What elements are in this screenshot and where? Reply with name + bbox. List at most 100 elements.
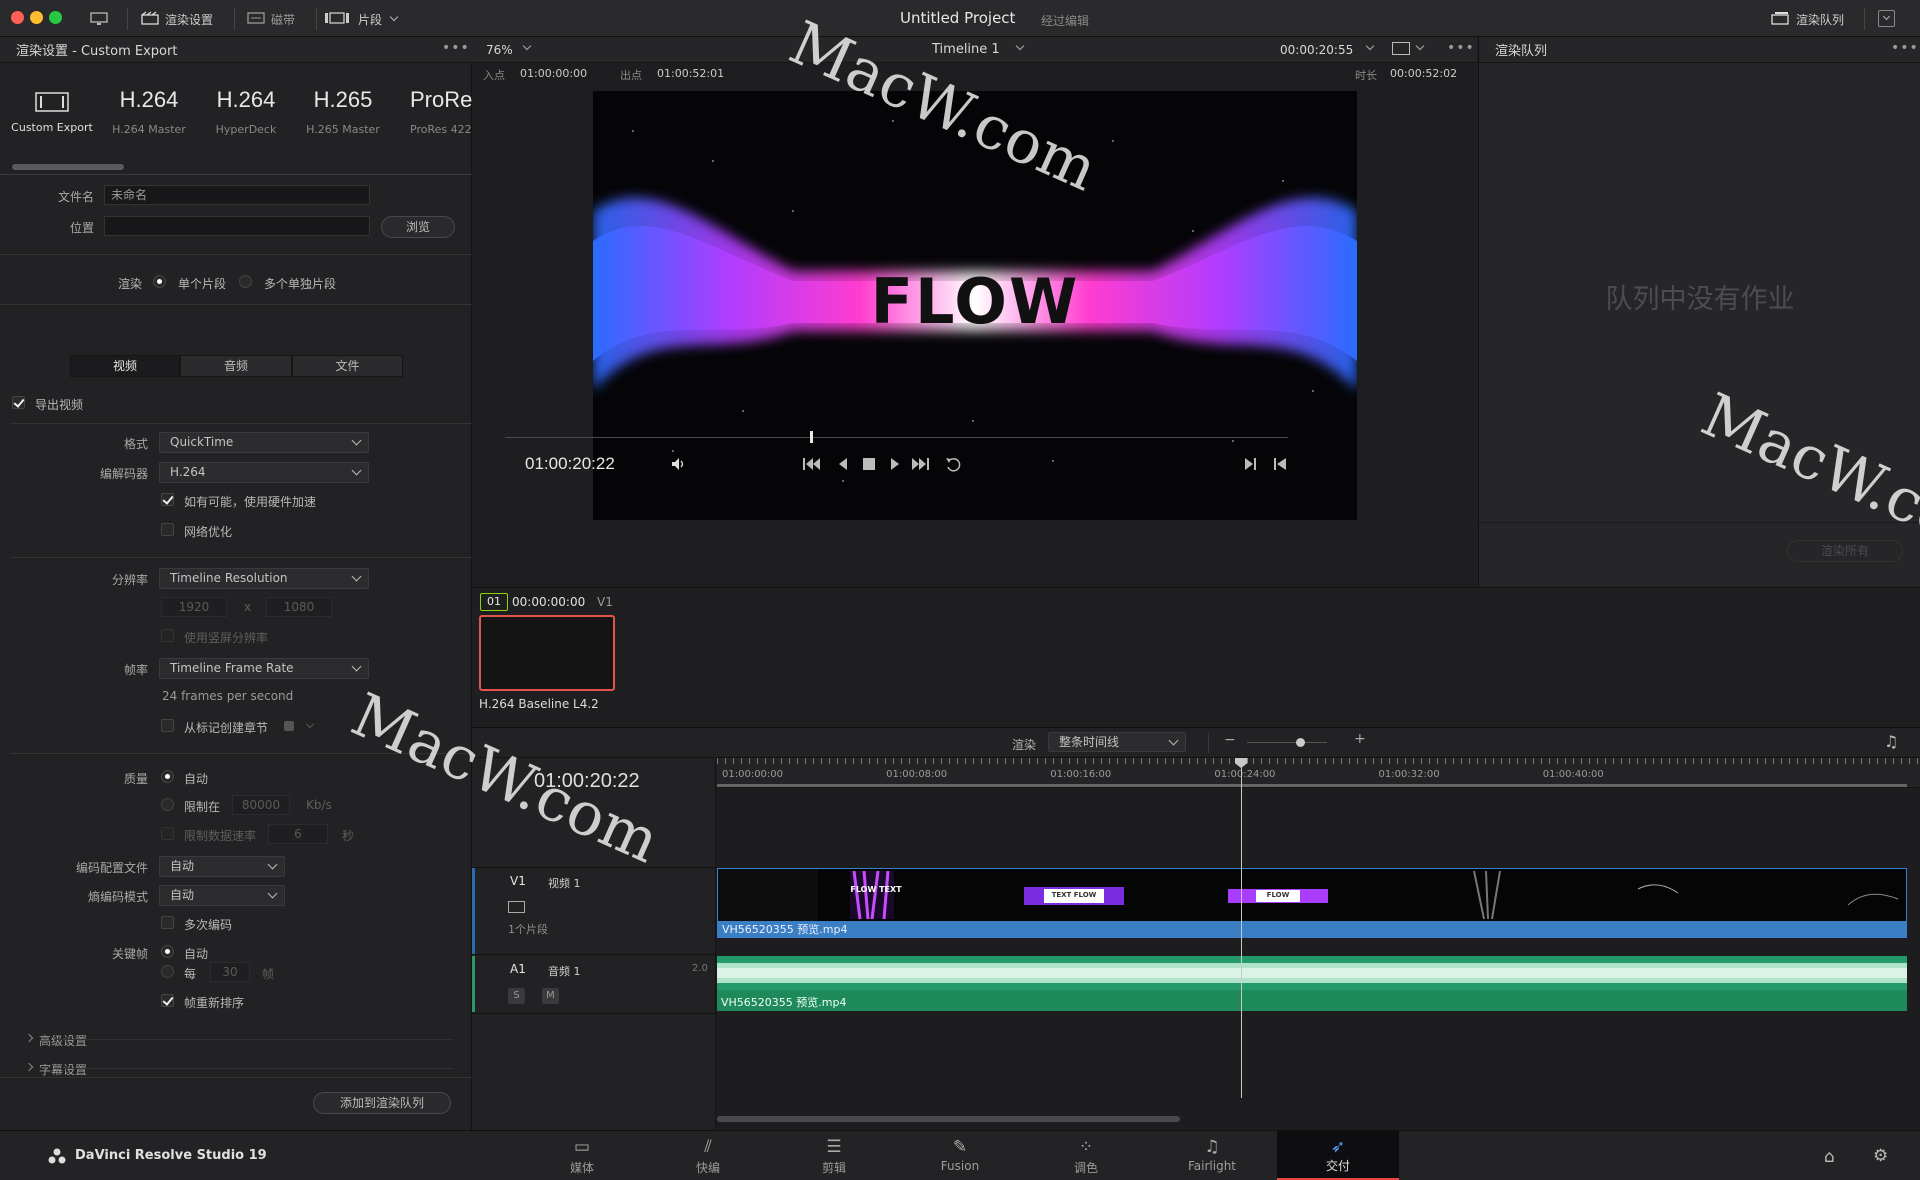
- volume-icon[interactable]: [670, 456, 688, 475]
- vertical-res-checkbox[interactable]: [161, 629, 174, 642]
- preset-custom-export[interactable]: Custom Export: [4, 87, 100, 134]
- zoom-slider-track[interactable]: [1247, 742, 1327, 743]
- quality-auto-radio[interactable]: [161, 770, 174, 783]
- prev-clip-icon[interactable]: [1272, 456, 1288, 475]
- advanced-settings[interactable]: 高级设置: [39, 1032, 87, 1049]
- preset-h265-master[interactable]: H.265 H.265 Master: [295, 87, 391, 136]
- video-track-header[interactable]: V1 视频 1 1个片段: [472, 867, 716, 955]
- zoom-level[interactable]: 76%: [486, 43, 513, 57]
- timeline-name[interactable]: Timeline 1: [932, 42, 1000, 57]
- audio-track-header[interactable]: A1 音频 1 2.0 S M: [472, 956, 716, 1014]
- chevron-right-icon[interactable]: [24, 1033, 34, 1043]
- render-queue-toggle[interactable]: 渲染队列: [1770, 9, 1844, 29]
- render-settings-toggle[interactable]: 渲染设置: [141, 9, 213, 29]
- clips-toggle[interactable]: 片段: [324, 9, 399, 29]
- home-icon[interactable]: ⌂: [1824, 1147, 1835, 1167]
- render-single-radio[interactable]: [153, 275, 166, 288]
- multipass-checkbox[interactable]: [161, 916, 174, 929]
- page-deliver[interactable]: ➶ 交付: [1277, 1131, 1399, 1180]
- preset-scrollbar[interactable]: [12, 164, 124, 170]
- audio-clip[interactable]: VH56520355 预览.mp4: [717, 956, 1907, 1011]
- add-to-render-queue-button[interactable]: 添加到渲染队列: [313, 1092, 451, 1114]
- limit-rate-checkbox[interactable]: [161, 827, 174, 840]
- browse-button[interactable]: 浏览: [381, 216, 455, 238]
- chevron-down-icon[interactable]: [1415, 41, 1425, 51]
- more-options-icon[interactable]: •••: [442, 40, 470, 56]
- subtitle-settings[interactable]: 字幕设置: [39, 1061, 87, 1078]
- render-multiple-radio[interactable]: [239, 275, 252, 288]
- location-input[interactable]: [104, 216, 370, 236]
- scrubber-playhead[interactable]: [810, 431, 814, 443]
- clip-thumbnail[interactable]: [479, 615, 615, 691]
- zoom-window-button[interactable]: [49, 11, 62, 24]
- preset-prores[interactable]: ProRes ProRes 422 H: [392, 87, 472, 136]
- height-input[interactable]: 1080: [266, 597, 332, 617]
- play-icon[interactable]: [889, 456, 901, 475]
- output-display-icon[interactable]: [1392, 42, 1410, 55]
- tab-file[interactable]: 文件: [292, 355, 403, 377]
- scrubber-track[interactable]: [505, 437, 1288, 438]
- keyframe-input[interactable]: 30: [210, 962, 250, 982]
- codec-dropdown[interactable]: H.264: [159, 462, 369, 483]
- width-input[interactable]: 1920: [161, 597, 227, 617]
- next-clip-icon[interactable]: [1243, 456, 1259, 475]
- chevron-down-icon[interactable]: [522, 41, 532, 51]
- framerate-dropdown[interactable]: Timeline Frame Rate: [159, 658, 369, 679]
- timeline-playhead[interactable]: [1234, 758, 1248, 1098]
- minimize-window-button[interactable]: [30, 11, 43, 24]
- entropy-dropdown[interactable]: 自动: [159, 885, 285, 906]
- preset-hyperdeck[interactable]: H.264 HyperDeck: [198, 87, 294, 136]
- chapters-checkbox[interactable]: [161, 719, 174, 732]
- render-all-button[interactable]: 渲染所有: [1787, 540, 1903, 562]
- marker-icon[interactable]: [284, 721, 294, 731]
- keyframe-every-radio[interactable]: [161, 965, 174, 978]
- chevron-down-icon[interactable]: [305, 719, 315, 729]
- tab-video[interactable]: 视频: [70, 355, 180, 377]
- filename-input[interactable]: 未命名: [104, 185, 370, 205]
- video-clip[interactable]: FLOW TEXT TEXT FLOW FLOW VH56520355 预览.m…: [717, 868, 1907, 938]
- network-opt-checkbox[interactable]: [161, 523, 174, 536]
- profile-dropdown[interactable]: 自动: [159, 856, 285, 877]
- limit-rate-input[interactable]: 6: [268, 824, 328, 844]
- music-note-icon[interactable]: ♫: [1884, 732, 1898, 751]
- go-to-start-icon[interactable]: [802, 456, 822, 475]
- frame-reorder-checkbox[interactable]: [161, 994, 174, 1007]
- gear-icon[interactable]: ⚙: [1873, 1146, 1888, 1166]
- keyframe-auto-radio[interactable]: [161, 945, 174, 958]
- chevron-down-icon[interactable]: [1365, 41, 1375, 51]
- page-color[interactable]: ⁘ 调色: [1036, 1137, 1136, 1176]
- page-edit[interactable]: ☰ 剪辑: [784, 1137, 884, 1176]
- timeline-scrollbar[interactable]: [717, 1116, 1180, 1122]
- go-to-end-icon[interactable]: [910, 456, 930, 475]
- zoom-out-icon[interactable]: −: [1224, 732, 1236, 748]
- more-options-icon[interactable]: •••: [1447, 40, 1475, 56]
- page-fusion[interactable]: ✎ Fusion: [910, 1137, 1010, 1173]
- chevron-right-icon[interactable]: [24, 1062, 34, 1072]
- page-fairlight[interactable]: ♫ Fairlight: [1162, 1137, 1262, 1173]
- timeline-ruler[interactable]: 01:00:00:00 01:00:08:00 01:00:16:00 01:00:2…: [717, 758, 1920, 788]
- export-video-checkbox[interactable]: [12, 396, 25, 409]
- hw-accel-checkbox[interactable]: [161, 493, 174, 506]
- close-window-button[interactable]: [11, 11, 24, 24]
- resolution-dropdown[interactable]: Timeline Resolution: [159, 568, 369, 589]
- page-cut[interactable]: ⫽ 快编: [658, 1137, 758, 1176]
- tab-audio[interactable]: 音频: [180, 355, 292, 377]
- chevron-down-icon[interactable]: [1015, 41, 1025, 51]
- mute-button[interactable]: M: [542, 988, 559, 1004]
- tape-toggle[interactable]: 磁带: [247, 9, 295, 29]
- expand-panel-button[interactable]: [1878, 10, 1895, 27]
- loop-icon[interactable]: [944, 455, 964, 476]
- bitrate-input[interactable]: 80000: [232, 795, 290, 815]
- zoom-slider-handle[interactable]: [1296, 738, 1305, 747]
- format-dropdown[interactable]: QuickTime: [159, 432, 369, 453]
- stop-icon[interactable]: [863, 458, 875, 470]
- quality-limit-radio[interactable]: [161, 798, 174, 811]
- zoom-in-icon[interactable]: +: [1354, 731, 1366, 747]
- play-reverse-icon[interactable]: [837, 456, 849, 475]
- preset-h264-master[interactable]: H.264 H.264 Master: [101, 87, 197, 136]
- monitor-icon[interactable]: [90, 9, 108, 29]
- page-media[interactable]: ▭ 媒体: [532, 1137, 632, 1176]
- solo-button[interactable]: S: [508, 988, 525, 1004]
- more-options-icon[interactable]: •••: [1891, 40, 1919, 56]
- render-range-dropdown[interactable]: 整条时间线: [1048, 732, 1186, 752]
